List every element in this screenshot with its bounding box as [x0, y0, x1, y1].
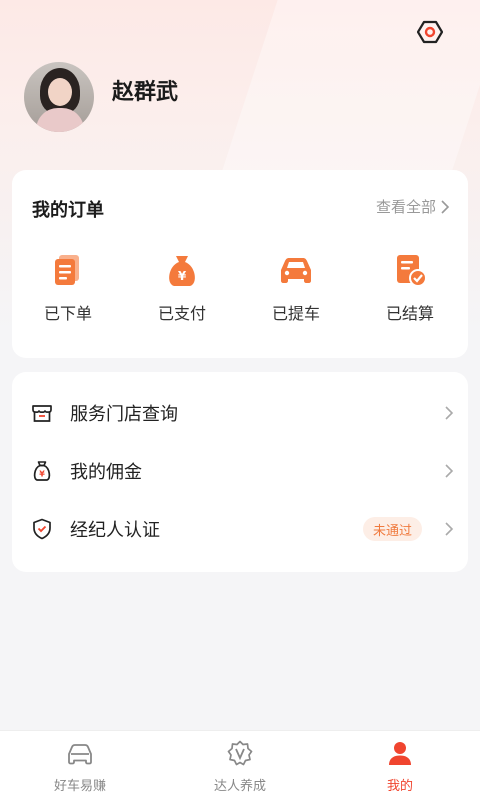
chevron-right-icon [445, 406, 454, 420]
order-status-picked-up[interactable]: 已提车 [246, 250, 346, 324]
username: 赵群武 [112, 80, 179, 105]
menu-item-store-lookup[interactable]: 服务门店查询 [12, 384, 468, 442]
commission-bag-icon: ¥ [33, 461, 51, 481]
order-status-label: 已结算 [385, 304, 434, 323]
bottom-tab-bar: 好车易赚 达人养成 我的 [0, 730, 480, 800]
view-all-label: 查看全部 [375, 198, 436, 216]
order-status-settled[interactable]: 已结算 [360, 250, 460, 324]
tab-label: 我的 [386, 779, 413, 794]
chevron-right-icon [445, 464, 454, 478]
order-status-label: 已提车 [271, 304, 320, 323]
tab-talent-growth[interactable]: 达人养成 [180, 739, 300, 794]
order-status-paid[interactable]: ¥ 已支付 [132, 250, 232, 324]
tab-good-cars[interactable]: 好车易赚 [20, 739, 140, 794]
settings-button[interactable] [414, 16, 446, 48]
car-outline-icon [68, 744, 92, 765]
settings-icon [417, 20, 443, 44]
menu-item-commission[interactable]: ¥ 我的佣金 [12, 442, 468, 500]
orders-card: 我的订单 查看全部 已下单 ¥ 已支付 已提车 已结算 [12, 170, 468, 358]
orders-title: 我的订单 [32, 200, 104, 221]
menu-card: 服务门店查询 ¥ 我的佣金 经纪人认证 未通过 [12, 372, 468, 572]
tab-label: 好车易赚 [53, 779, 106, 794]
settled-doc-icon [397, 255, 427, 287]
order-status-label: 已支付 [157, 304, 206, 323]
menu-item-label: 经纪人认证 [70, 520, 160, 541]
status-badge: 未通过 [362, 517, 422, 541]
avatar[interactable] [24, 62, 94, 132]
v-badge-icon [227, 740, 253, 766]
svg-text:¥: ¥ [178, 269, 187, 283]
tab-mine[interactable]: 我的 [340, 739, 460, 794]
money-bag-icon: ¥ [169, 256, 195, 286]
shield-check-icon [33, 518, 51, 540]
svg-text:¥: ¥ [39, 470, 45, 479]
chevron-right-icon [445, 522, 454, 536]
chevron-right-icon [441, 199, 450, 214]
view-all-orders-link[interactable]: 查看全部 [376, 196, 450, 217]
menu-item-label: 服务门店查询 [70, 404, 178, 425]
menu-item-label: 我的佣金 [70, 462, 142, 483]
car-icon [281, 258, 311, 283]
menu-item-agent-verification[interactable]: 经纪人认证 未通过 [12, 500, 468, 558]
person-icon [389, 742, 411, 765]
order-status-label: 已下单 [43, 304, 92, 323]
order-status-placed[interactable]: 已下单 [18, 250, 118, 324]
tab-label: 达人养成 [213, 779, 266, 794]
store-icon [32, 405, 52, 422]
order-list-icon [55, 255, 79, 285]
